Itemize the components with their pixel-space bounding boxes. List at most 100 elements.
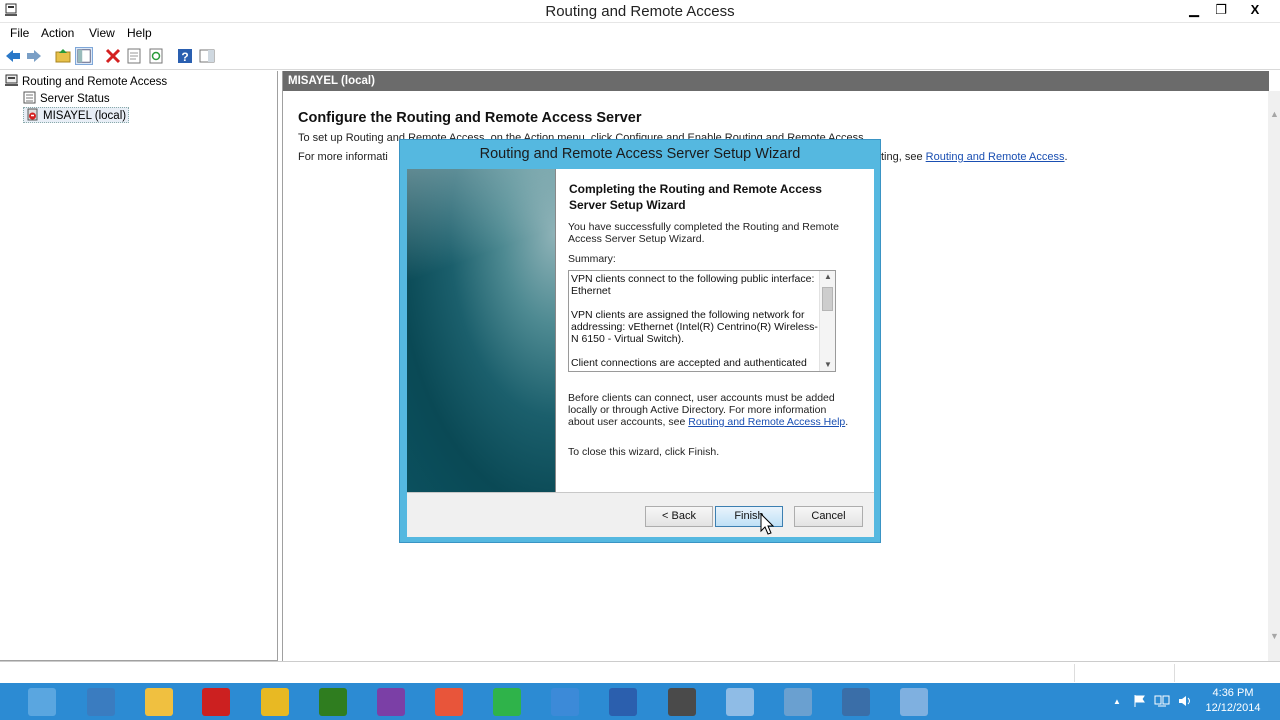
rras-help-link[interactable]: Routing and Remote Access Help (688, 416, 845, 428)
taskbar-media-app-button[interactable] (654, 683, 710, 720)
admin-tool-icon (900, 688, 928, 716)
tree-item-root[interactable]: Routing and Remote Access (5, 74, 167, 90)
menu-help[interactable]: Help (127, 26, 152, 40)
tray-overflow-icon[interactable]: ▲ (1113, 697, 1121, 706)
close-instruction: To close this wizard, click Finish. (568, 446, 720, 458)
maximize-button[interactable]: ❐ (1207, 0, 1235, 20)
menu-view[interactable]: View (89, 26, 115, 40)
summary-line: VPN clients are assigned the following n… (571, 309, 818, 345)
file-explorer-icon (145, 688, 173, 716)
delete-icon[interactable] (104, 47, 122, 65)
tree-item-misayel-label: MISAYEL (local) (43, 110, 127, 122)
setup-wizard-dialog: Routing and Remote Access Server Setup W… (399, 139, 881, 543)
taskbar-unknown-app-button[interactable] (188, 683, 244, 720)
minimize-button[interactable]: ▁ (1180, 0, 1208, 20)
tree-item-misayel[interactable]: MISAYEL (local) (23, 107, 130, 123)
close-button[interactable]: X (1236, 0, 1274, 20)
chevron-down-icon[interactable]: ▼ (824, 360, 832, 369)
details-pane-header: MISAYEL (local) (283, 71, 1269, 91)
wizard-heading: Completing the Routing and Remote Access… (569, 182, 822, 212)
clock-time: 4:36 PM (1212, 687, 1254, 699)
server-status-icon (23, 91, 36, 104)
title-bar: Routing and Remote Access ▁ ❐ X (0, 0, 1280, 23)
configure-heading: Configure the Routing and Remote Access … (298, 110, 642, 126)
help-icon[interactable]: ? (176, 47, 194, 65)
taskbar-spotify-button[interactable] (479, 683, 535, 720)
configure-line-2-end: ting, see Routing and Remote Access. (881, 151, 1068, 163)
network-icon[interactable] (1154, 694, 1170, 708)
scroll-up-icon[interactable]: ▲ (1270, 109, 1279, 119)
network-globe-icon (551, 688, 579, 716)
back-arrow-icon[interactable] (4, 47, 22, 65)
summary-scroll-thumb[interactable] (822, 287, 833, 311)
flag-icon[interactable] (1133, 694, 1147, 708)
unknown-app-icon (202, 688, 230, 716)
window-title: Routing and Remote Access (545, 3, 735, 20)
refresh-icon[interactable] (147, 47, 165, 65)
summary-line: VPN clients connect to the following pub… (571, 273, 815, 297)
properties-icon[interactable] (125, 47, 143, 65)
toolbar: ? (0, 43, 1280, 70)
svg-text:?: ? (181, 50, 188, 64)
summary-label: Summary: (568, 253, 616, 265)
taskbar-file-explorer-button[interactable] (131, 683, 187, 720)
console-tree: Routing and Remote Access Server Status … (0, 71, 278, 661)
routing-app-icon (842, 688, 870, 716)
status-divider (1174, 664, 1175, 682)
wizard-banner-image (407, 169, 555, 492)
taskbar-network-globe-button[interactable] (537, 683, 593, 720)
clock-date: 12/12/2014 (1205, 702, 1261, 714)
taskbar-chrome-button[interactable] (247, 683, 303, 720)
taskbar-picasa-button[interactable] (421, 683, 477, 720)
tree-item-server-status-label: Server Status (40, 93, 110, 105)
summary-box[interactable]: VPN clients connect to the following pub… (568, 270, 836, 372)
powershell-icon (87, 688, 115, 716)
mouse-cursor-icon (760, 513, 774, 535)
accounts-note: Before clients can connect, user account… (568, 392, 849, 428)
wizard-content: Completing the Routing and Remote Access… (407, 169, 874, 537)
system-clock[interactable]: 4:36 PM 12/12/2014 (1200, 686, 1266, 716)
scroll-down-icon[interactable]: ▼ (1270, 631, 1279, 641)
taskbar: ▲ 4:36 PM 12/12/2014 (0, 683, 1280, 720)
summary-scrollbar[interactable]: ▲ ▼ (819, 271, 835, 371)
forward-arrow-icon[interactable] (25, 47, 43, 65)
taskbar-dreamweaver-button[interactable] (305, 683, 361, 720)
wizard-intro: You have successfully completed the Rout… (568, 221, 840, 245)
tree-item-server-status[interactable]: Server Status (23, 91, 110, 107)
configure-line-2-start: For more informati (298, 151, 388, 163)
taskbar-routing-app-button[interactable] (828, 683, 884, 720)
word-icon (609, 688, 637, 716)
menu-bar: File Action View Help (0, 23, 1280, 43)
details-scrollbar[interactable]: ▲ ▼ (1268, 91, 1280, 661)
up-folder-icon[interactable] (54, 47, 72, 65)
wizard-title: Routing and Remote Access Server Setup W… (479, 146, 801, 162)
back-button[interactable]: < Back (645, 506, 713, 527)
taskbar-network-tool-button[interactable] (770, 683, 826, 720)
show-hide-tree-icon[interactable] (75, 47, 93, 65)
media-app-icon (668, 688, 696, 716)
tree-item-root-label: Routing and Remote Access (22, 76, 168, 88)
summary-line: Client connections are accepted and auth… (571, 357, 807, 369)
server-down-icon (27, 108, 38, 121)
routing-console-icon (5, 74, 18, 86)
onenote-icon (377, 688, 405, 716)
taskbar-powershell-button[interactable] (73, 683, 129, 720)
status-divider (1074, 664, 1075, 682)
configure-line-2-suffix: ting, see (881, 151, 923, 163)
chevron-up-icon[interactable]: ▲ (824, 272, 832, 281)
taskbar-onenote-button[interactable] (363, 683, 419, 720)
volume-icon[interactable] (1177, 694, 1193, 708)
wizard-footer: < Back Finish Cancel (407, 492, 874, 537)
status-bar (0, 661, 1280, 683)
menu-file[interactable]: File (10, 26, 29, 40)
show-action-pane-icon[interactable] (198, 47, 216, 65)
cancel-button[interactable]: Cancel (794, 506, 863, 527)
taskbar-remote-desktop-button[interactable] (712, 683, 768, 720)
routing-remote-access-link[interactable]: Routing and Remote Access (926, 151, 1065, 163)
taskbar-admin-tool-button[interactable] (886, 683, 942, 720)
taskbar-server-manager-button[interactable] (14, 683, 70, 720)
taskbar-word-button[interactable] (595, 683, 651, 720)
summary-text: VPN clients connect to the following pub… (571, 273, 819, 381)
server-manager-icon (28, 688, 56, 716)
menu-action[interactable]: Action (41, 26, 74, 40)
